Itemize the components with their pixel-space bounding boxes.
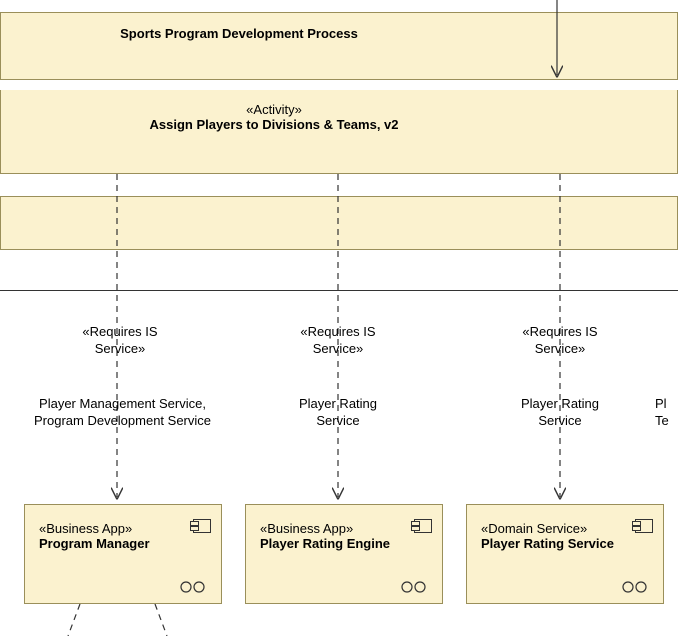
component-1-name: Program Manager [25,536,221,551]
link-stereotype-1: «Requires IS Service» [60,324,180,358]
process-header: Sports Program Development Process [0,12,678,80]
component-program-manager: «Business App» Program Manager [24,504,222,604]
link-stereotype-2: «Requires IS Service» [278,324,398,358]
link-name-2: Player Rating Service [278,396,398,430]
interface-icon [179,581,207,593]
link-name-4-fragment: Pl Te [655,396,678,430]
component-icon [414,519,432,533]
component-3-name: Player Rating Service [467,536,663,551]
interface-icon [400,581,428,593]
activity-box: «Activity» Assign Players to Divisions &… [0,90,678,174]
component-player-rating-engine: «Business App» Player Rating Engine [245,504,443,604]
divider-line [0,290,678,291]
interface-icon [621,581,649,593]
component-icon [193,519,211,533]
component-icon [635,519,653,533]
activity-stereotype: «Activity» [31,102,517,117]
activity-name: Assign Players to Divisions & Teams, v2 [31,117,517,132]
link-name-3: Player Rating Service [500,396,620,430]
process-title: Sports Program Development Process [61,26,417,41]
component-player-rating-service: «Domain Service» Player Rating Service [466,504,664,604]
link-name-1: Player Management Service, Program Devel… [5,396,240,430]
component-2-name: Player Rating Engine [246,536,442,551]
band-box [0,196,678,250]
link-stereotype-3: «Requires IS Service» [500,324,620,358]
